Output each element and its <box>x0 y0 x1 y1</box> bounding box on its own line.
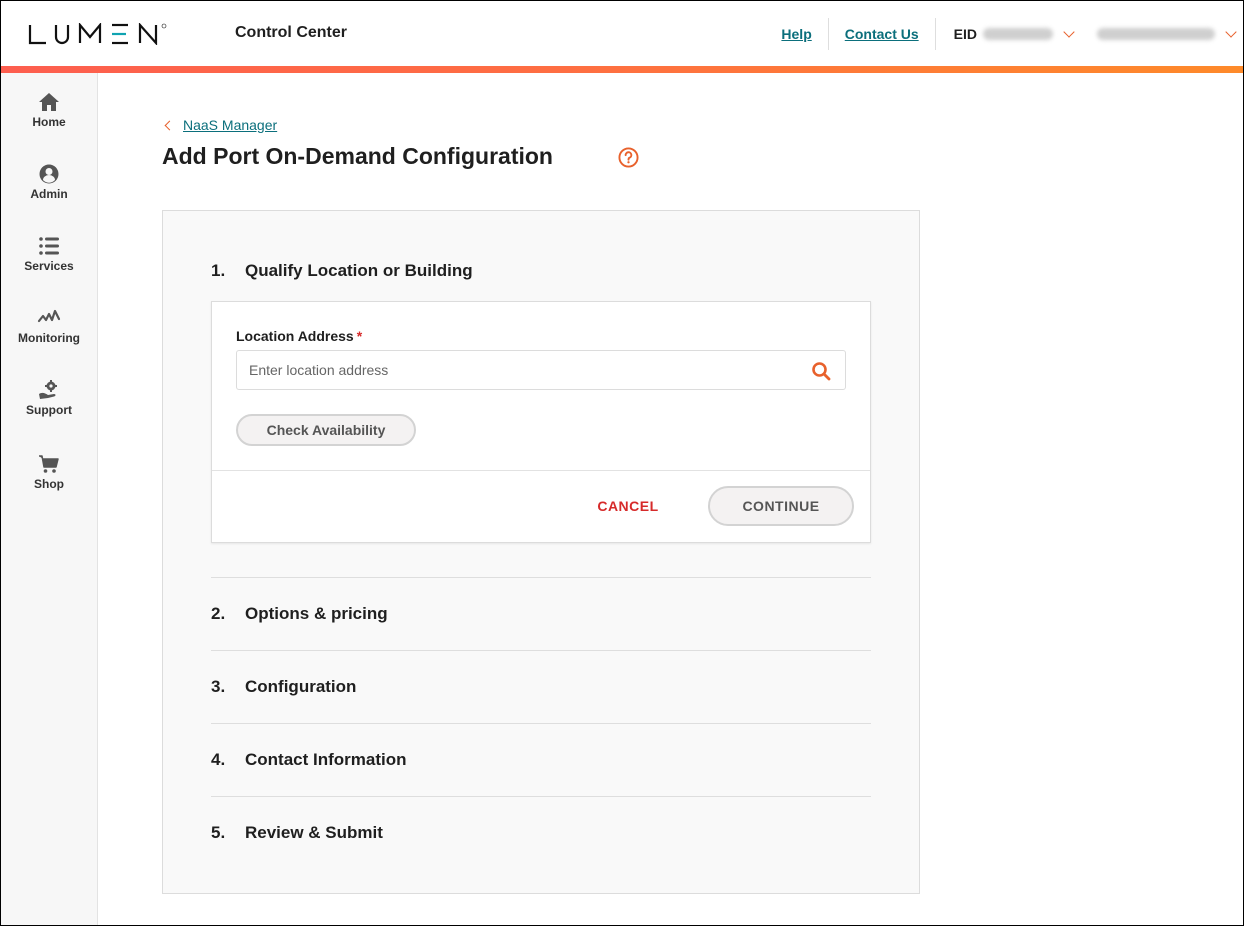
step-title: Options & pricing <box>245 604 388 623</box>
home-icon <box>39 93 59 111</box>
sidebar-item-admin[interactable]: Admin <box>1 163 97 201</box>
contact-us-link[interactable]: Contact Us <box>829 26 935 42</box>
step-5-header[interactable]: 5. Review & Submit <box>211 823 383 843</box>
step-title: Review & Submit <box>245 823 383 842</box>
app-title: Control Center <box>235 24 347 41</box>
lumen-logo-mark <box>28 23 167 45</box>
location-address-field <box>236 350 846 390</box>
sidebar-item-label: Shop <box>34 477 64 491</box>
card-divider <box>212 470 870 471</box>
hand-gear-icon <box>39 380 57 399</box>
user-circle-icon <box>39 164 59 184</box>
top-header: Control Center Help Contact Us EID <box>1 1 1243 66</box>
step-number: 4. <box>211 750 226 769</box>
chevron-down-icon <box>1063 26 1075 38</box>
step-3-header[interactable]: 3. Configuration <box>211 677 356 697</box>
brand-gradient-bar <box>1 66 1243 73</box>
step-divider <box>211 577 871 578</box>
step-4-header[interactable]: 4. Contact Information <box>211 750 407 770</box>
page-title: Add Port On-Demand Configuration <box>162 143 553 169</box>
help-link[interactable]: Help <box>765 26 827 42</box>
cart-icon <box>39 455 59 473</box>
step-number: 2. <box>211 604 226 623</box>
step-1-header[interactable]: 1. Qualify Location or Building <box>211 261 473 281</box>
sidebar-item-home[interactable]: Home <box>1 91 97 129</box>
sidebar-item-label: Home <box>32 115 66 129</box>
sidebar-item-label: Admin <box>30 187 68 201</box>
step-number: 3. <box>211 677 226 696</box>
location-address-label: Location Address * <box>236 328 362 344</box>
chevron-down-icon <box>1225 26 1237 38</box>
step-divider <box>211 796 871 797</box>
required-marker: * <box>356 328 363 344</box>
sidebar-item-monitoring[interactable]: Monitoring <box>1 307 97 345</box>
location-address-input[interactable] <box>237 351 797 389</box>
sidebar-item-shop[interactable]: Shop <box>1 453 97 491</box>
continue-button[interactable]: CONTINUE <box>708 486 854 526</box>
step-title: Configuration <box>245 677 357 696</box>
user-selector[interactable] <box>1087 26 1243 40</box>
location-address-label-text: Location Address <box>236 328 354 344</box>
lumen-logo[interactable] <box>28 21 168 47</box>
sidebar-item-services[interactable]: Services <box>1 235 97 273</box>
sidebar-item-label: Services <box>24 259 74 273</box>
step-number: 5. <box>211 823 226 842</box>
step-2-header[interactable]: 2. Options & pricing <box>211 604 388 624</box>
cancel-button[interactable]: CANCEL <box>582 488 674 524</box>
breadcrumb-naas-manager-link[interactable]: NaaS Manager <box>183 117 277 133</box>
breadcrumb: NaaS Manager <box>163 117 277 133</box>
pulse-icon <box>37 309 61 323</box>
eid-value-redacted <box>983 28 1053 40</box>
step-divider <box>211 650 871 651</box>
sidebar-item-support[interactable]: Support <box>1 379 97 417</box>
eid-label: EID <box>953 26 977 42</box>
step-1-card: Location Address* Check Availability CAN… <box>211 301 871 543</box>
step-title: Qualify Location or Building <box>245 261 473 280</box>
sidebar-nav: Home Admin Services Monitoring Support S… <box>1 73 98 925</box>
chevron-left-icon <box>164 120 175 130</box>
search-icon[interactable] <box>811 361 831 381</box>
sidebar-item-label: Support <box>26 403 72 417</box>
step-number: 1. <box>211 261 226 280</box>
sidebar-item-label: Monitoring <box>18 331 80 345</box>
check-availability-button[interactable]: Check Availability <box>236 414 416 446</box>
step-divider <box>211 723 871 724</box>
user-value-redacted <box>1097 28 1215 40</box>
eid-selector[interactable]: EID <box>936 26 1087 42</box>
question-circle-icon[interactable] <box>618 147 639 168</box>
step-title: Contact Information <box>245 750 407 769</box>
configuration-wizard: 1. Qualify Location or Building Location… <box>162 210 920 894</box>
list-icon <box>39 237 59 255</box>
header-utilities: Help Contact Us EID <box>765 17 1243 51</box>
